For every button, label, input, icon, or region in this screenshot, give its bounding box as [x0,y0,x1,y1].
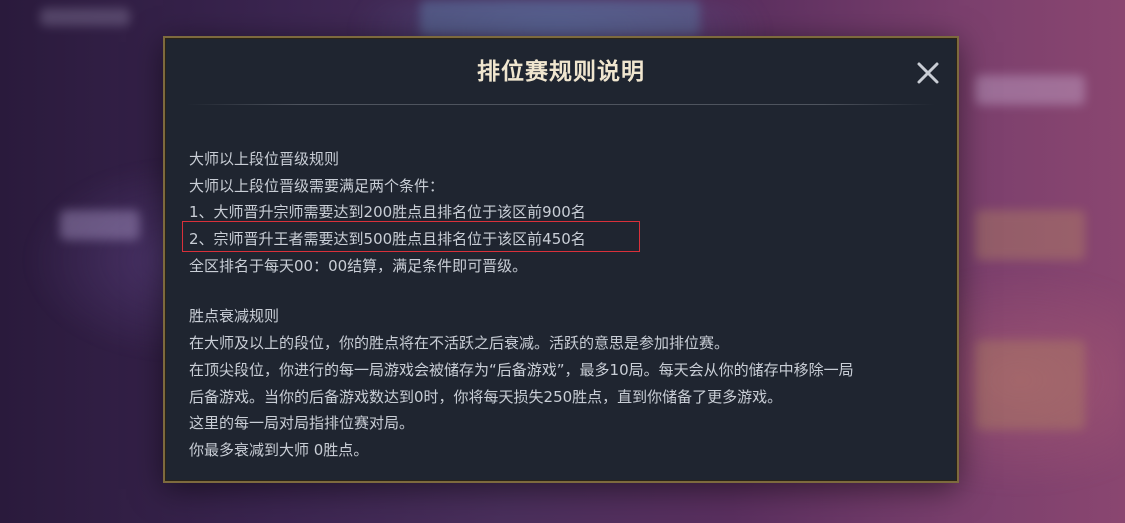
background-panel [60,210,140,240]
rule-line: 在大师及以上的段位，你的胜点将在不活跃之后衰减。活跃的意思是参加排位赛。 [189,334,730,353]
close-icon [917,62,939,84]
rule-line-highlighted: 2、宗师晋升王者需要达到500胜点且排名位于该区前450名 [189,230,586,249]
background-panel [975,210,1085,260]
rule-line: 后备游戏。当你的后备游戏数达到0时，你将每天损失250胜点，直到你储备了更多游戏… [189,387,783,406]
background-panel [975,75,1085,105]
rule-line: 1、大师晋升宗师需要达到200胜点且排名位于该区前900名 [189,203,586,222]
rule-line: 这里的每一局对局指排位赛对局。 [189,414,415,433]
background-panel [975,340,1085,430]
section-heading-promotion: 大师以上段位晋级规则 [189,150,340,168]
background-panel [40,8,130,26]
rule-line: 在顶尖段位，你进行的每一局游戏会被储存为“后备游戏”，最多10局。每天会从你的储… [189,360,854,379]
section-heading-decay: 胜点衰减规则 [189,307,280,326]
rule-line: 全区排名于每天00：00结算，满足条件即可晋级。 [189,256,528,275]
rule-line: 大师以上段位晋级需要满足两个条件： [189,176,445,195]
rule-line: 你最多衰减到大师 0胜点。 [189,440,369,459]
title-divider [187,104,935,105]
background-panel [420,0,700,36]
ranked-rules-dialog: 排位赛规则说明 大师以上段位晋级规则 大师以上段位晋级需要满足两个条件： 1、大… [163,36,959,483]
rules-content: 大师以上段位晋级规则 大师以上段位晋级需要满足两个条件： 1、大师晋升宗师需要达… [189,146,949,464]
dialog-title: 排位赛规则说明 [477,59,645,85]
close-button[interactable] [915,60,941,86]
